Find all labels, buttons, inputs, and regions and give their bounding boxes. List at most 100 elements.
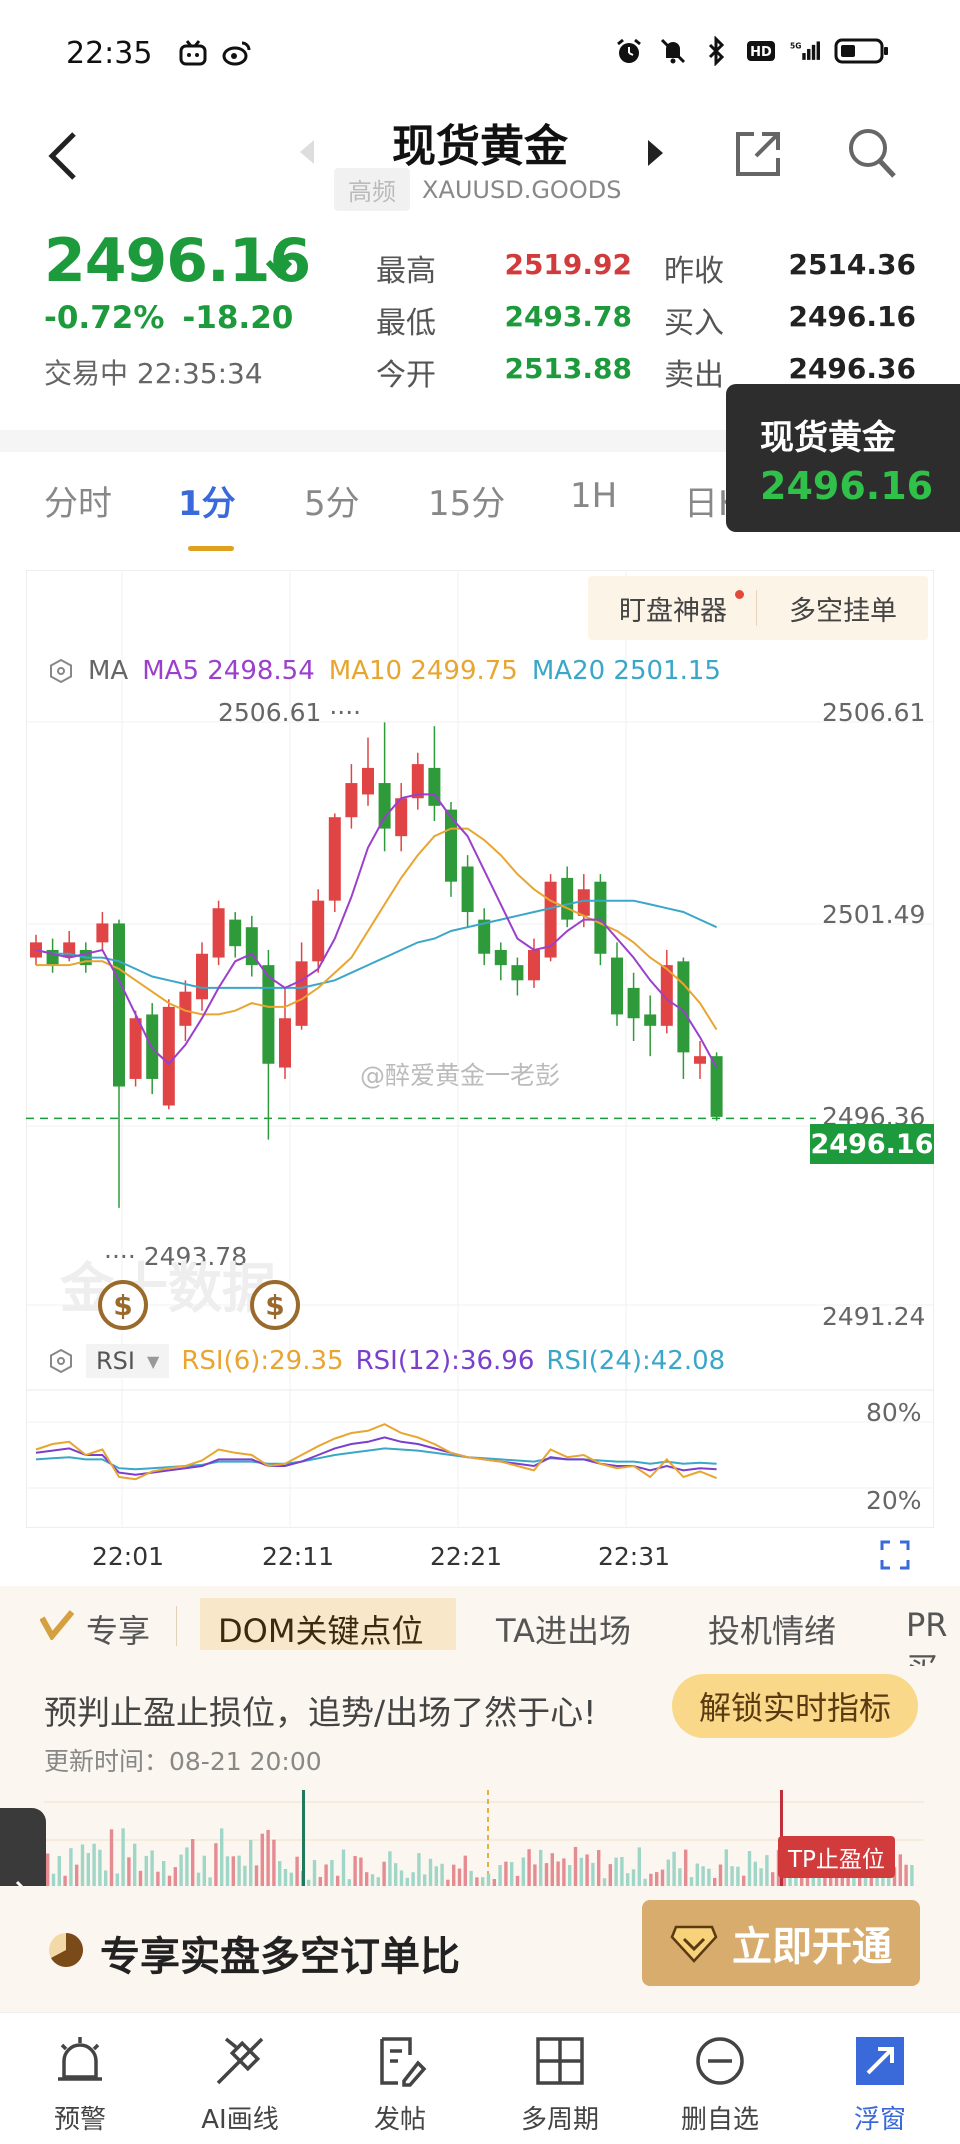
settings-hex-icon[interactable] bbox=[48, 1348, 74, 1374]
panel-description: 预判止盈止损位，追势/出场了然于心! bbox=[44, 1693, 597, 1732]
svg-text:HD: HD bbox=[750, 45, 772, 60]
nav-float-window[interactable]: 浮窗 bbox=[800, 2033, 960, 2136]
prev-close-value: 2514.36 bbox=[788, 248, 916, 281]
author-watermark: @醉爱黄金一老彭 bbox=[360, 1061, 561, 1090]
dom-volume-bar bbox=[660, 1869, 665, 1886]
indicator-select[interactable]: RSI ▼ bbox=[86, 1344, 170, 1378]
dom-volume-bar bbox=[341, 1849, 346, 1886]
promo-text: 专享实盘多空订单比 bbox=[100, 1934, 460, 1980]
search-button[interactable] bbox=[846, 126, 898, 180]
feature-divider bbox=[176, 1606, 177, 1646]
tab-15min[interactable]: 15分 bbox=[428, 476, 505, 525]
floating-price: 2496.16 bbox=[760, 464, 934, 508]
tab-1h[interactable]: 1H bbox=[570, 476, 617, 516]
nav-label: 浮窗 bbox=[853, 2105, 906, 2135]
time-axis-label: 22:01 bbox=[92, 1542, 165, 1571]
dom-volume-bar bbox=[515, 1875, 520, 1886]
ask-label: 卖出 bbox=[664, 358, 724, 393]
dom-volume-bar bbox=[904, 1864, 908, 1886]
price-axis-label: 2506.61 bbox=[822, 698, 926, 727]
tab-5min[interactable]: 5分 bbox=[304, 476, 360, 525]
candle-body bbox=[494, 949, 507, 966]
dom-volume-bar bbox=[196, 1872, 201, 1886]
dom-volume-bar bbox=[898, 1854, 902, 1886]
chevron-down-icon: ▼ bbox=[147, 1351, 160, 1371]
nav-alert[interactable]: 预警 bbox=[0, 2033, 160, 2136]
dom-volume-bar bbox=[394, 1863, 398, 1886]
dom-volume-bar bbox=[237, 1855, 241, 1886]
dom-volume-bar bbox=[655, 1872, 659, 1886]
open-now-button[interactable]: 立即开通 bbox=[642, 1900, 920, 1986]
status-bar: 22:35 HD 5G bbox=[0, 0, 960, 110]
dom-volume-bar bbox=[469, 1870, 473, 1886]
dom-volume-bar bbox=[98, 1849, 102, 1886]
dom-volume-bar bbox=[46, 1853, 50, 1886]
ma-legend: MA MA5 2498.54 MA10 2499.75 MA20 2501.15 bbox=[48, 656, 721, 686]
tab-speculation-sentiment[interactable]: 投机情绪 bbox=[708, 1606, 836, 1652]
rsi24-value: RSI(24):42.08 bbox=[546, 1346, 726, 1376]
dom-volume-bar bbox=[115, 1873, 119, 1886]
open-now-label: 立即开通 bbox=[732, 1924, 892, 1970]
nav-multi-period[interactable]: 多周期 bbox=[480, 2033, 640, 2136]
dom-volume-bar bbox=[51, 1873, 56, 1886]
dom-volume-bar bbox=[492, 1878, 496, 1886]
tab-timeshare[interactable]: 分时 bbox=[44, 476, 112, 525]
dom-volume-bar bbox=[283, 1868, 288, 1886]
nav-post[interactable]: 发帖 bbox=[320, 2033, 480, 2136]
price-change: -0.72% -18.20 bbox=[44, 300, 311, 336]
dom-volume-bar bbox=[562, 1858, 566, 1886]
monitor-button[interactable]: 盯盘神器 bbox=[588, 576, 758, 640]
tab-ta-entry[interactable]: TA进出场 bbox=[496, 1606, 631, 1652]
high-frequency-badge: 高频 bbox=[334, 168, 410, 211]
dom-volume-bar bbox=[324, 1864, 328, 1886]
rsi-axis-label: 20% bbox=[866, 1486, 922, 1515]
candle-body bbox=[511, 965, 524, 981]
dom-volume-bar bbox=[156, 1871, 160, 1886]
tab-1min[interactable]: 1分 bbox=[178, 476, 236, 525]
orders-label: 多空挂单 bbox=[789, 595, 897, 627]
prev-close-label: 昨收 bbox=[664, 254, 724, 289]
dom-volume-bar bbox=[266, 1829, 270, 1886]
dom-volume-bar bbox=[272, 1839, 276, 1886]
floating-quote-window[interactable]: 现货黄金 2496.16 bbox=[726, 384, 960, 532]
dom-volume-bar bbox=[794, 1877, 798, 1886]
dom-volume-bar bbox=[689, 1877, 694, 1886]
dom-volume-bar bbox=[631, 1869, 636, 1886]
dom-volume-bar bbox=[92, 1843, 96, 1886]
dom-volume-bar bbox=[504, 1861, 508, 1886]
dom-volume-bar bbox=[173, 1867, 177, 1886]
dom-volume-bar bbox=[214, 1843, 218, 1886]
symbol-subtitle: 高频 XAUUSD.GOODS bbox=[334, 168, 621, 211]
bell-icon bbox=[58, 2037, 102, 2081]
next-symbol-button[interactable] bbox=[648, 140, 663, 166]
dom-key-bar bbox=[302, 1790, 305, 1886]
dom-volume-bar bbox=[730, 1866, 734, 1886]
nav-label: 删自选 bbox=[680, 2105, 759, 2135]
dollar-event-icon[interactable]: $ bbox=[250, 1280, 300, 1330]
dom-volume-bar bbox=[736, 1866, 740, 1886]
bid-value: 2496.16 bbox=[788, 300, 916, 333]
dom-volume-bar bbox=[434, 1866, 438, 1886]
bid-label: 买入 bbox=[664, 306, 724, 341]
dom-volume-bar bbox=[707, 1868, 711, 1886]
fullscreen-icon[interactable] bbox=[880, 1540, 910, 1570]
floating-title: 现货黄金 bbox=[760, 418, 896, 458]
candle-body bbox=[196, 953, 208, 1000]
chart-tool-buttons: 盯盘神器 多空挂单 bbox=[588, 576, 928, 640]
dom-volume-bar bbox=[63, 1875, 67, 1886]
tab-dom-keypoints[interactable]: DOM关键点位 bbox=[218, 1606, 423, 1652]
settings-hex-icon[interactable] bbox=[48, 658, 74, 684]
share-icon bbox=[736, 132, 780, 176]
dom-volume-bar bbox=[260, 1833, 264, 1886]
page-title: 现货黄金 bbox=[392, 121, 568, 172]
dollar-event-icon[interactable]: $ bbox=[98, 1280, 148, 1330]
dom-volume-bar bbox=[452, 1864, 456, 1886]
nav-ai-draw[interactable]: AI画线 bbox=[160, 2033, 320, 2136]
orders-button[interactable]: 多空挂单 bbox=[758, 576, 928, 640]
nav-remove-watchlist[interactable]: 删自选 bbox=[640, 2033, 800, 2136]
share-button[interactable] bbox=[732, 128, 784, 180]
candlestick-chart[interactable] bbox=[26, 570, 934, 1528]
unlock-indicator-button[interactable]: 解锁实时指标 bbox=[672, 1674, 918, 1738]
dom-volume-bar bbox=[440, 1863, 444, 1886]
dom-volume-bar bbox=[382, 1861, 386, 1886]
